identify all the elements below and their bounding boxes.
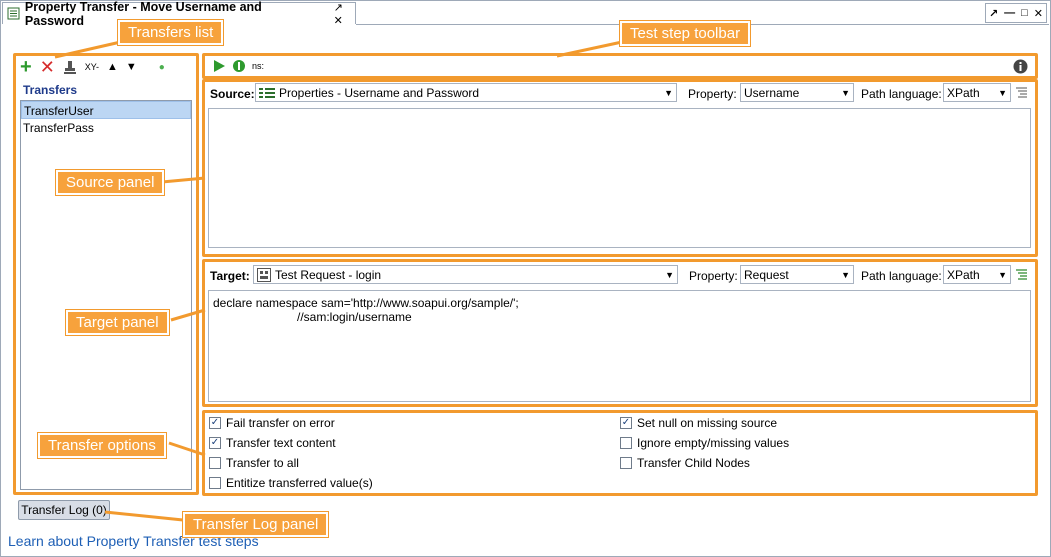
source-property-value: Username xyxy=(744,85,800,100)
source-path-language-label: Path language: xyxy=(861,87,942,101)
source-expression-editor[interactable] xyxy=(208,108,1031,248)
option-label: Transfer Child Nodes xyxy=(637,456,750,470)
stamp-icon[interactable] xyxy=(63,60,77,74)
maximize-icon[interactable]: □ xyxy=(1021,7,1028,19)
option-label: Entitize transferred value(s) xyxy=(226,476,373,490)
target-path-language-label: Path language: xyxy=(861,269,942,283)
source-path-language-value: XPath xyxy=(947,85,980,100)
target-select[interactable]: Test Request - login ▼ xyxy=(253,265,678,284)
chevron-down-icon: ▼ xyxy=(841,87,850,98)
chevron-down-icon: ▼ xyxy=(664,87,673,98)
source-select-value: Properties - Username and Password xyxy=(279,85,480,100)
move-up-icon[interactable]: ▲ xyxy=(107,61,118,73)
option-set-null[interactable]: ✓ Set null on missing source xyxy=(620,413,789,433)
option-transfer-to-all[interactable]: Transfer to all xyxy=(209,453,373,473)
checkbox[interactable]: ✓ xyxy=(209,417,221,429)
option-transfer-text[interactable]: ✓ Transfer text content xyxy=(209,433,373,453)
info-icon[interactable] xyxy=(1013,59,1028,74)
callout-transfers-list: Transfers list xyxy=(116,19,225,46)
chevron-down-icon: ▼ xyxy=(998,269,1007,280)
source-path-language-select[interactable]: XPath ▼ xyxy=(943,83,1011,102)
transfer-log-tab[interactable]: Transfer Log (0) xyxy=(18,500,110,520)
run-icon[interactable] xyxy=(212,59,226,73)
checkbox[interactable] xyxy=(209,457,221,469)
options-left-column: ✓ Fail transfer on error ✓ Transfer text c… xyxy=(209,413,373,493)
callout-source-panel: Source panel xyxy=(54,169,166,196)
target-path-helper-icon[interactable] xyxy=(1015,268,1029,282)
callout-transfer-options: Transfer options xyxy=(37,432,167,459)
target-expression-editor[interactable]: declare namespace sam='http://www.soapui… xyxy=(208,290,1031,402)
step-toolbar: ns: xyxy=(204,55,1036,77)
dot-icon[interactable]: ● xyxy=(159,62,165,73)
transfers-header: Transfers xyxy=(23,83,78,97)
source-label: Source: xyxy=(210,87,255,101)
source-path-helper-icon[interactable] xyxy=(1015,86,1029,100)
move-down-icon[interactable]: ▼ xyxy=(126,61,137,73)
run-all-icon[interactable] xyxy=(232,59,246,73)
source-property-label: Property: xyxy=(688,87,737,101)
delete-icon[interactable]: ✕ xyxy=(40,58,55,76)
transfers-toolbar: + ✕ XY- ▲ ▼ ● xyxy=(20,57,190,77)
target-property-select[interactable]: Request ▼ xyxy=(740,265,854,284)
option-label: Set null on missing source xyxy=(637,416,778,430)
target-expression-line: //sam:login/username xyxy=(297,310,412,324)
callout-test-step-toolbar: Test step toolbar xyxy=(618,20,752,47)
chevron-down-icon: ▼ xyxy=(841,269,850,280)
target-property-value: Request xyxy=(744,267,789,282)
option-label: Fail transfer on error xyxy=(226,416,335,430)
source-select[interactable]: Properties - Username and Password ▼ xyxy=(255,83,677,102)
option-fail-on-error[interactable]: ✓ Fail transfer on error xyxy=(209,413,373,433)
checkbox[interactable]: ✓ xyxy=(209,437,221,449)
option-label: Transfer to all xyxy=(226,456,299,470)
ns-label[interactable]: ns: xyxy=(252,61,264,71)
target-select-value: Test Request - login xyxy=(275,267,382,282)
option-transfer-child-nodes[interactable]: Transfer Child Nodes xyxy=(620,453,789,473)
properties-icon xyxy=(259,87,275,98)
callout-transfer-log-panel: Transfer Log panel xyxy=(181,511,330,538)
xy-icon[interactable]: XY- xyxy=(85,62,99,72)
target-label: Target: xyxy=(210,269,250,283)
list-item[interactable]: TransferPass xyxy=(21,119,191,137)
chevron-down-icon: ▼ xyxy=(998,87,1007,98)
source-property-select[interactable]: Username ▼ xyxy=(740,83,854,102)
option-ignore-empty[interactable]: Ignore empty/missing values xyxy=(620,433,789,453)
target-expression-line: declare namespace sam='http://www.soapui… xyxy=(213,296,519,310)
option-label: Transfer text content xyxy=(226,436,336,450)
tab-controls-icons[interactable]: ↗ ✕ xyxy=(334,1,355,27)
close-icon[interactable]: ✕ xyxy=(1034,7,1043,20)
checkbox[interactable] xyxy=(620,457,632,469)
checkbox[interactable] xyxy=(620,437,632,449)
target-path-language-value: XPath xyxy=(947,267,980,282)
restore-icon[interactable]: ↗ xyxy=(989,7,998,20)
checkbox[interactable]: ✓ xyxy=(620,417,632,429)
target-property-label: Property: xyxy=(689,269,738,283)
target-path-language-select[interactable]: XPath ▼ xyxy=(943,265,1011,284)
request-icon xyxy=(257,267,271,282)
chevron-down-icon: ▼ xyxy=(665,269,674,280)
option-label: Ignore empty/missing values xyxy=(637,436,790,450)
callout-target-panel: Target panel xyxy=(65,309,170,336)
minimize-icon[interactable]: — xyxy=(1004,7,1015,19)
property-transfer-icon xyxy=(7,7,20,20)
window-controls: ↗ — □ ✕ xyxy=(985,3,1047,23)
transfer-list[interactable]: TransferUser TransferPass xyxy=(20,100,192,490)
list-item[interactable]: TransferUser xyxy=(21,101,191,119)
add-icon[interactable]: + xyxy=(20,57,32,77)
options-right-column: ✓ Set null on missing source Ignore empty… xyxy=(620,413,789,473)
option-entitize[interactable]: Entitize transferred value(s) xyxy=(209,473,373,493)
checkbox[interactable] xyxy=(209,477,221,489)
